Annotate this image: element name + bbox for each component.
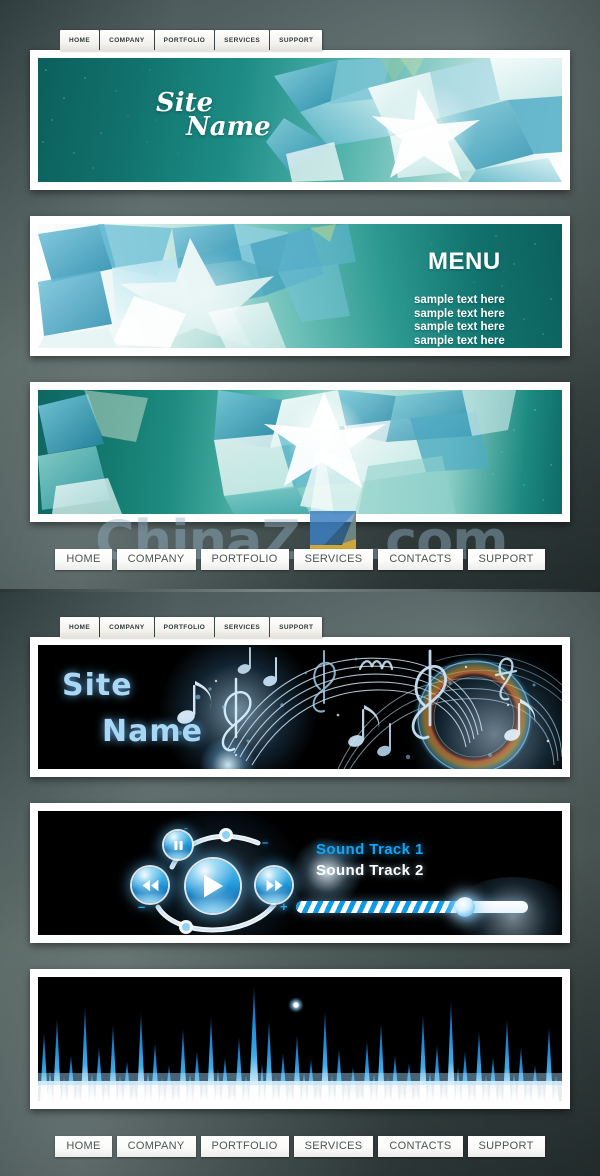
fast-forward-icon <box>266 879 282 891</box>
nav-contacts[interactable]: CONTACTS <box>378 1136 463 1157</box>
nav-home[interactable]: HOME <box>55 549 112 570</box>
nav-label: SERVICES <box>304 1140 363 1152</box>
seek-bar[interactable] <box>296 897 528 917</box>
nav-label: CONTACTS <box>389 1140 452 1152</box>
tab-label: SUPPORT <box>279 624 314 631</box>
nav-support[interactable]: SUPPORT <box>467 1136 545 1157</box>
menu-list: sample text here sample text here sample… <box>414 294 544 348</box>
tab-portfolio[interactable]: PORTFOLIO <box>154 617 215 638</box>
nav-services[interactable]: SERVICES <box>293 1136 374 1157</box>
teal-navbar: HOME COMPANY PORTFOLIO SERVICES CONTACTS… <box>0 549 600 570</box>
nav-portfolio[interactable]: PORTFOLIO <box>200 1136 289 1157</box>
teal-tab-strip: HOME COMPANY PORTFOLIO SERVICES SUPPORT <box>60 29 323 51</box>
tab-home[interactable]: HOME <box>60 617 100 638</box>
nav-contacts[interactable]: CONTACTS <box>378 549 463 570</box>
tab-support[interactable]: SUPPORT <box>270 30 323 51</box>
teal-graphic-banner[interactable] <box>30 382 570 522</box>
tab-portfolio[interactable]: PORTFOLIO <box>154 30 215 51</box>
nav-label: SERVICES <box>304 553 363 565</box>
crystal-polygons-graphic <box>38 390 562 514</box>
nav-portfolio[interactable]: PORTFOLIO <box>200 549 289 570</box>
rewind-icon <box>142 879 158 891</box>
menu-title: MENU <box>428 248 501 275</box>
nav-home[interactable]: HOME <box>55 1136 112 1157</box>
banner-inner: – – – + Sound Track 1 Sound Track 2 <box>38 811 562 935</box>
track-title-2[interactable]: Sound Track 2 <box>316 862 424 879</box>
banner-inner: Site Name <box>38 58 562 182</box>
nav-label: COMPANY <box>127 553 185 565</box>
teal-header-banner[interactable]: Site Name <box>30 50 570 190</box>
tab-label: COMPANY <box>109 37 145 44</box>
tab-label: SUPPORT <box>279 37 314 44</box>
banner-inner <box>38 977 562 1101</box>
fast-forward-button[interactable] <box>256 867 292 903</box>
tab-support[interactable]: SUPPORT <box>270 617 323 638</box>
menu-block: MENU sample text here sample text here s… <box>414 248 544 348</box>
nav-label: COMPANY <box>127 1140 185 1152</box>
tab-label: PORTFOLIO <box>163 624 206 631</box>
site-name-line1: Site <box>62 668 133 703</box>
seek-bar-fill <box>296 901 466 913</box>
nav-label: SUPPORT <box>478 553 534 565</box>
tab-services[interactable]: SERVICES <box>215 617 270 638</box>
tab-label: PORTFOLIO <box>163 37 206 44</box>
site-name-line2: Name <box>102 714 203 749</box>
banner-inner: MENU sample text here sample text here s… <box>38 224 562 348</box>
music-navbar: HOME COMPANY PORTFOLIO SERVICES CONTACTS… <box>0 1136 600 1157</box>
nav-company[interactable]: COMPANY <box>116 1136 196 1157</box>
pause-icon <box>173 840 183 850</box>
tab-label: SERVICES <box>224 624 261 631</box>
arc-top-right-label: – <box>262 837 269 849</box>
play-button[interactable] <box>186 859 240 913</box>
nav-company[interactable]: COMPANY <box>116 549 196 570</box>
tab-label: HOME <box>69 624 91 631</box>
pause-button[interactable] <box>164 831 192 859</box>
nav-label: HOME <box>66 1140 101 1152</box>
seek-bar-knob[interactable] <box>455 897 476 917</box>
menu-item[interactable]: sample text here <box>414 294 544 308</box>
audio-waveform-graphic <box>38 977 562 1101</box>
rewind-button[interactable] <box>132 867 168 903</box>
site-name-line2: Name <box>186 112 271 142</box>
site-name-title: Site Name <box>62 671 203 747</box>
media-player: – – – + Sound Track 1 Sound Track 2 <box>38 811 562 935</box>
tab-services[interactable]: SERVICES <box>215 30 270 51</box>
nav-label: PORTFOLIO <box>211 553 278 565</box>
nav-label: CONTACTS <box>389 553 452 565</box>
nav-services[interactable]: SERVICES <box>293 549 374 570</box>
banner-inner <box>38 390 562 514</box>
page-root: HOME COMPANY PORTFOLIO SERVICES SUPPORT <box>0 0 600 1176</box>
track-title-1[interactable]: Sound Track 1 <box>316 841 424 858</box>
nav-label: HOME <box>66 553 101 565</box>
menu-item[interactable]: sample text here <box>414 335 544 349</box>
waveform-banner[interactable] <box>30 969 570 1109</box>
teal-menu-banner[interactable]: MENU sample text here sample text here s… <box>30 216 570 356</box>
nav-label: SUPPORT <box>478 1140 534 1152</box>
nav-label: PORTFOLIO <box>211 1140 278 1152</box>
nav-support[interactable]: SUPPORT <box>467 549 545 570</box>
tab-label: SERVICES <box>224 37 261 44</box>
track-list: Sound Track 1 Sound Track 2 <box>316 841 424 879</box>
tab-company[interactable]: COMPANY <box>100 30 154 51</box>
tab-home[interactable]: HOME <box>60 30 100 51</box>
tab-label: HOME <box>69 37 91 44</box>
menu-item[interactable]: sample text here <box>414 308 544 322</box>
music-header-banner[interactable]: Site Name <box>30 637 570 777</box>
play-icon <box>204 874 223 898</box>
tab-company[interactable]: COMPANY <box>100 617 154 638</box>
music-player-banner[interactable]: – – – + Sound Track 1 Sound Track 2 <box>30 803 570 943</box>
menu-item[interactable]: sample text here <box>414 321 544 335</box>
tab-label: COMPANY <box>109 624 145 631</box>
music-tab-strip: HOME COMPANY PORTFOLIO SERVICES SUPPORT <box>60 616 323 638</box>
site-name-title: Site Name <box>156 90 271 140</box>
banner-inner: Site Name <box>38 645 562 769</box>
crystal-polygons-graphic <box>38 58 562 182</box>
